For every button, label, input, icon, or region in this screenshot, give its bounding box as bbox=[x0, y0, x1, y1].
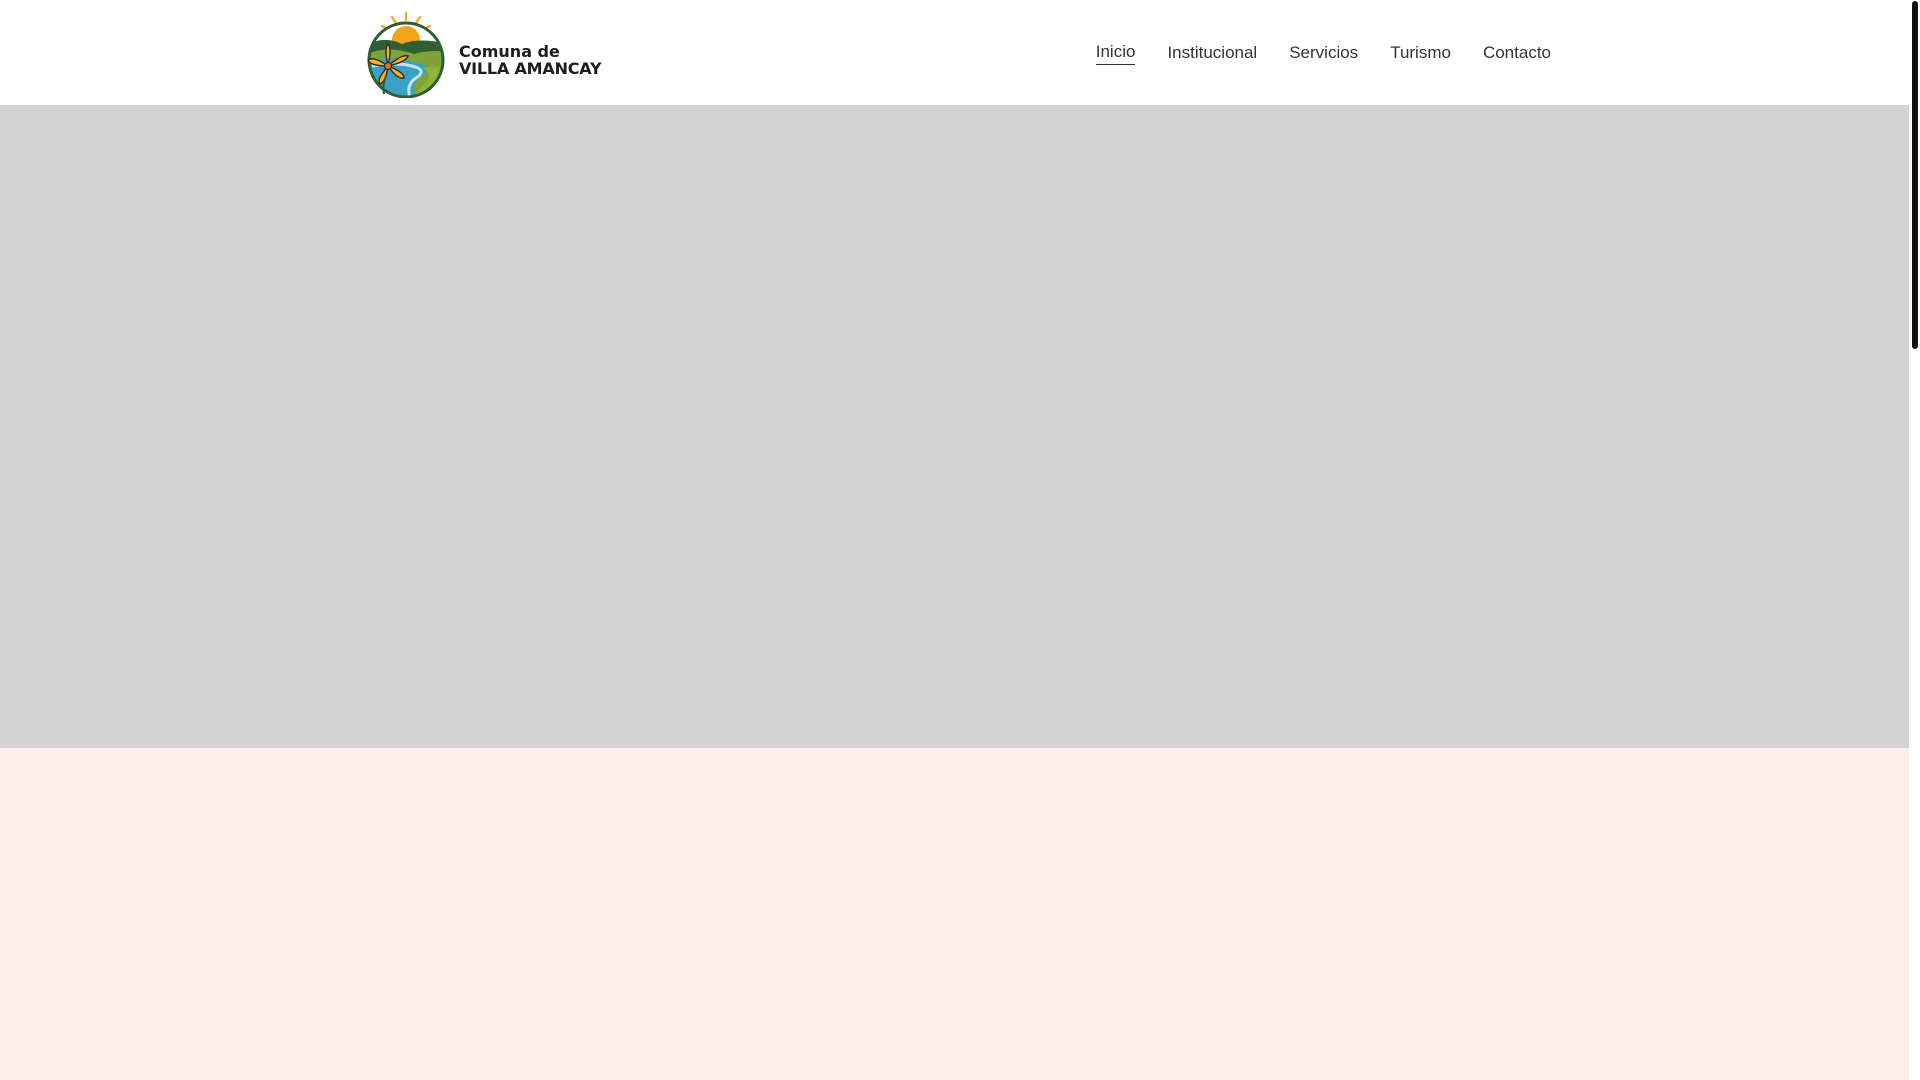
page-scrollbar[interactable] bbox=[1909, 0, 1920, 1080]
nav-item-contacto[interactable]: Contacto bbox=[1483, 43, 1551, 65]
site-header: Comuna de VILLA AMANCAY Inicio Instituci… bbox=[0, 0, 1909, 105]
site-logo[interactable]: Comuna de VILLA AMANCAY bbox=[362, 12, 602, 98]
logo-line-2: VILLA AMANCAY bbox=[459, 59, 602, 78]
content-section bbox=[0, 748, 1909, 1080]
nav-item-institucional[interactable]: Institucional bbox=[1167, 43, 1257, 65]
nav-item-inicio[interactable]: Inicio bbox=[1095, 42, 1136, 65]
page-content: Comuna de VILLA AMANCAY Inicio Instituci… bbox=[0, 0, 1909, 1080]
scrollbar-thumb[interactable] bbox=[1912, 1, 1918, 349]
nav-item-turismo[interactable]: Turismo bbox=[1390, 43, 1451, 65]
logo-wordmark: Comuna de VILLA AMANCAY bbox=[459, 42, 602, 78]
nav-item-servicios[interactable]: Servicios bbox=[1289, 43, 1358, 65]
main-nav: Inicio Institucional Servicios Turismo C… bbox=[1095, 42, 1551, 65]
sun-hills-river-flower-icon bbox=[367, 12, 445, 98]
hero-image-placeholder bbox=[0, 105, 1909, 748]
page: Comuna de VILLA AMANCAY Inicio Instituci… bbox=[0, 0, 1920, 1080]
logo-line-1: Comuna de bbox=[459, 42, 560, 61]
